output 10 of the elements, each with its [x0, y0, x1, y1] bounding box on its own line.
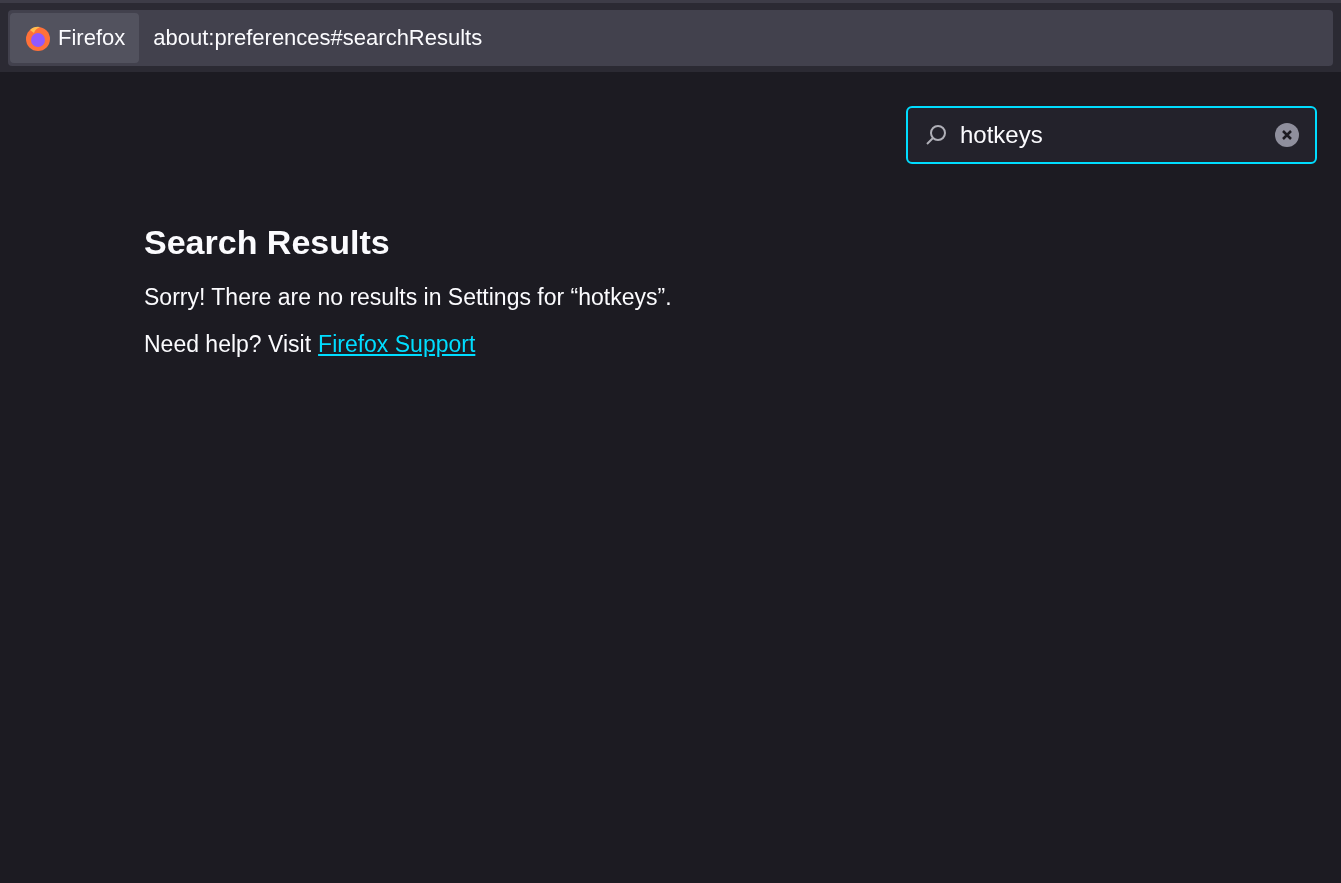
- url-text[interactable]: about:preferences#searchResults: [153, 21, 483, 54]
- search-icon: [924, 123, 948, 147]
- no-results-message: Sorry! There are no results in Settings for “hotkeys”.: [144, 283, 673, 312]
- search-field[interactable]: hotkeys: [906, 106, 1317, 164]
- results-heading: Search Results: [144, 222, 391, 263]
- identity-button[interactable]: Firefox: [10, 12, 140, 63]
- clear-icon[interactable]: [1275, 123, 1299, 147]
- help-text: Need help? Visit: [144, 329, 312, 359]
- support-link[interactable]: Firefox Support: [318, 326, 476, 361]
- search-value: hotkeys: [960, 120, 1044, 150]
